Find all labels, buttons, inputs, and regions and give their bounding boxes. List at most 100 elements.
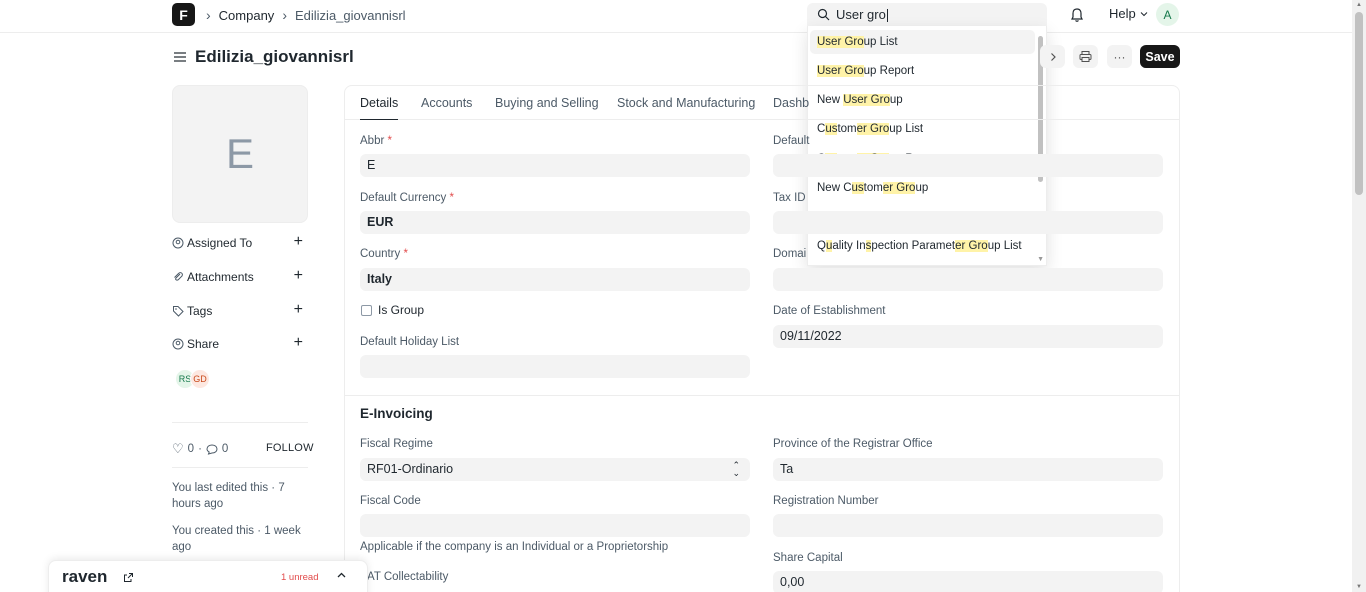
search-input[interactable]: User gro <box>836 7 886 22</box>
province-registrar-label: Province of the Registrar Office <box>773 438 933 450</box>
assigned-to-label: Assigned To <box>187 236 253 250</box>
tab-details[interactable]: Details <box>360 96 398 110</box>
match-highlight: User Gro <box>817 36 864 48</box>
sidebar-toggle-icon[interactable] <box>173 50 187 64</box>
more-actions-button[interactable]: ··· <box>1107 45 1132 68</box>
result-text: up List <box>863 36 898 48</box>
date-of-establishment-label: Date of Establishment <box>773 305 886 317</box>
tax-id-label: Tax ID <box>773 192 806 204</box>
default-holiday-list-label: Default Holiday List <box>360 336 460 348</box>
page-scrollbar-thumb[interactable] <box>1355 12 1363 195</box>
chevron-right-icon: › <box>206 7 211 23</box>
heart-icon[interactable]: ♡ <box>172 441 184 457</box>
tab-stock-and-manufacturing[interactable]: Stock and Manufacturing <box>617 96 755 110</box>
is-group-checkbox[interactable] <box>361 305 372 316</box>
share-user-icon <box>172 338 184 350</box>
company-image-placeholder[interactable]: E <box>172 85 308 223</box>
tags-row: Tags + <box>172 301 308 322</box>
share-capital-label: Share Capital <box>773 552 843 564</box>
dot-separator: · <box>198 443 202 455</box>
breadcrumb: › Company › Edilizia_giovannisrl <box>206 7 406 23</box>
is-group-label: Is Group <box>378 303 425 317</box>
tax-id-field[interactable] <box>773 211 1163 234</box>
default-holiday-list-field[interactable] <box>360 355 750 378</box>
tab-dashboard[interactable]: Dashb <box>773 96 809 110</box>
scroll-down-arrow-icon[interactable]: ▼ <box>1356 584 1362 590</box>
country-field[interactable]: Italy <box>360 268 750 291</box>
tab-buying-and-selling[interactable]: Buying and Selling <box>495 96 599 110</box>
registration-number-field[interactable] <box>773 514 1163 537</box>
tag-icon <box>173 306 184 317</box>
page-scrollbar[interactable]: ▲ ▼ <box>1352 0 1366 592</box>
vat-collectability-label: AT Collectability <box>367 571 449 583</box>
add-attachment-plus-icon[interactable]: + <box>294 267 303 285</box>
chevron-right-icon: › <box>282 7 287 23</box>
external-link-icon[interactable] <box>123 572 134 583</box>
abbr-field[interactable]: E <box>360 154 750 177</box>
search-bar[interactable]: User gro <box>807 3 1047 26</box>
last-edited-info: You last edited this · 7 hours ago <box>172 482 285 510</box>
text-caret <box>886 9 888 23</box>
app-logo[interactable]: F <box>172 3 195 26</box>
comments-count: 0 <box>221 443 229 455</box>
registration-number-label: Registration Number <box>773 495 879 507</box>
ellipsis-icon: ··· <box>1113 49 1126 64</box>
country-label: Country * <box>360 248 408 260</box>
unread-count-badge: 1 unread <box>281 572 319 583</box>
share-label: Share <box>187 337 220 351</box>
default-currency-field[interactable]: EUR <box>360 211 750 234</box>
tags-label: Tags <box>187 304 213 318</box>
help-label: Help <box>1109 6 1136 21</box>
fiscal-code-field[interactable] <box>360 514 750 537</box>
share-row: Share + <box>172 334 308 355</box>
attachments-label: Attachments <box>187 270 254 284</box>
date-of-establishment-field[interactable]: 09/11/2022 <box>773 325 1163 348</box>
printer-icon <box>1079 51 1092 62</box>
breadcrumb-company[interactable]: Company <box>219 8 275 23</box>
domain-label: Domai <box>773 248 807 260</box>
shared-user-avatar[interactable]: GD <box>190 369 210 389</box>
social-stats: ♡ 0 · 0 <box>172 441 228 457</box>
search-icon <box>817 8 830 21</box>
match-highlight: User Gro <box>817 65 864 77</box>
add-share-plus-icon[interactable]: + <box>294 334 303 352</box>
add-assignment-plus-icon[interactable]: + <box>294 233 303 251</box>
navbar: F › Company › Edilizia_giovannisrl Help … <box>0 0 1352 33</box>
breadcrumb-record[interactable]: Edilizia_giovannisrl <box>295 8 406 23</box>
province-registrar-field[interactable]: Ta <box>773 458 1163 481</box>
raven-chat-widget[interactable]: raven 1 unread <box>48 560 368 592</box>
bell-icon[interactable] <box>1068 6 1086 24</box>
default-field-label: Default <box>773 135 810 147</box>
likes-count: 0 <box>187 443 195 455</box>
tab-accounts[interactable]: Accounts <box>421 96 472 110</box>
default-field[interactable] <box>773 154 1163 177</box>
domain-field[interactable] <box>773 268 1163 291</box>
add-tag-plus-icon[interactable]: + <box>294 301 303 319</box>
next-record-button[interactable] <box>1040 45 1065 68</box>
search-result-item[interactable]: User Group Report <box>810 59 1035 83</box>
share-capital-field[interactable]: 0,00 <box>773 571 1163 592</box>
abbr-label: Abbr * <box>360 135 392 147</box>
chevron-up-icon[interactable] <box>336 570 347 581</box>
fiscal-regime-value: RF01-Ordinario <box>367 462 454 476</box>
fiscal-code-help-text: Applicable if the company is an Individu… <box>360 541 669 553</box>
active-tab-indicator <box>360 119 398 120</box>
user-avatar[interactable]: A <box>1156 3 1179 26</box>
scroll-up-arrow-icon[interactable]: ▲ <box>1356 2 1362 8</box>
comment-icon[interactable] <box>206 443 218 455</box>
follow-button[interactable]: FOLLOW <box>266 442 314 454</box>
print-button[interactable] <box>1073 45 1098 68</box>
chevron-right-icon <box>1050 52 1056 61</box>
created-info: You created this · 1 week ago <box>172 525 301 553</box>
select-updown-icon: ⌃ ⌄ <box>732 460 740 478</box>
section-divider <box>345 395 1179 396</box>
paperclip-icon <box>174 272 183 281</box>
help-menu[interactable]: Help <box>1109 6 1148 21</box>
save-button[interactable]: Save <box>1140 45 1180 68</box>
search-result-item[interactable]: User Group List <box>810 30 1035 54</box>
attachments-row: Attachments + <box>172 267 308 288</box>
e-invoicing-section-title: E-Invoicing <box>360 406 433 421</box>
sidebar-divider <box>172 422 308 423</box>
chevron-down-icon <box>1140 11 1148 16</box>
fiscal-regime-select[interactable]: RF01-Ordinario ⌃ ⌄ <box>360 458 750 481</box>
